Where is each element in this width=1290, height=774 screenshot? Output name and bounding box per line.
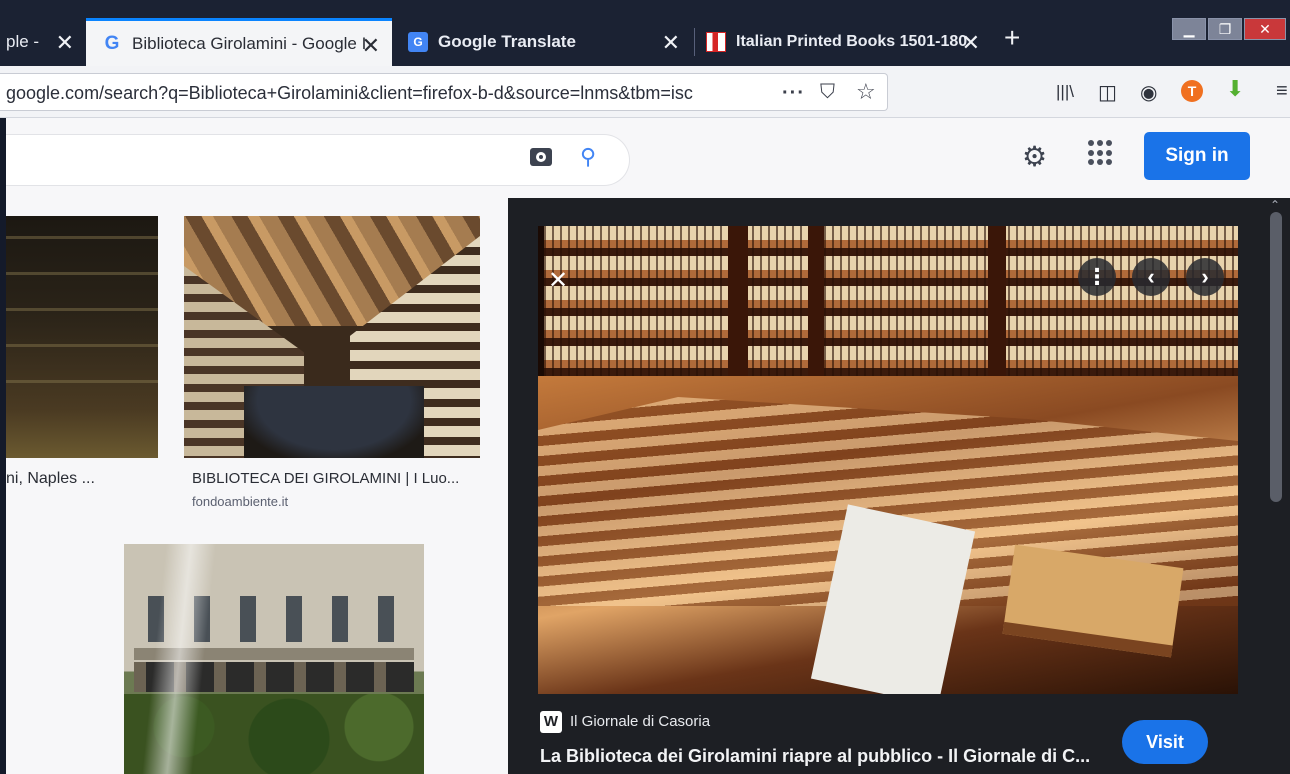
preview-image-books[interactable]: [538, 226, 1238, 694]
sidebar-icon[interactable]: ◫: [1098, 80, 1117, 105]
scroll-up-icon[interactable]: ⌃: [1270, 198, 1280, 212]
close-icon[interactable]: ✕: [548, 266, 568, 295]
close-icon[interactable]: ✕: [362, 33, 380, 59]
result-image-library-hall[interactable]: [184, 216, 480, 458]
close-icon[interactable]: ✕: [962, 30, 980, 56]
tab-label: Italian Printed Books 1501-1800: [736, 33, 968, 50]
tab-italian-printed-books[interactable]: Italian Printed Books 1501-1800 ✕: [696, 18, 992, 66]
chevron-left-icon[interactable]: ‹: [1132, 258, 1170, 296]
account-icon[interactable]: ◉: [1140, 80, 1157, 105]
search-icon[interactable]: ⚲: [580, 144, 596, 170]
url-text[interactable]: google.com/search?q=Biblioteca+Girolamin…: [6, 83, 730, 104]
more-options-icon[interactable]: ⋮: [1078, 258, 1116, 296]
tab-strip: ple - ✕ G Biblioteca Girolamini - Google…: [0, 0, 1290, 66]
google-g-icon: G: [104, 32, 120, 54]
close-icon[interactable]: ✕: [662, 30, 680, 56]
window-controls: ▁ ❐ ✕: [1172, 18, 1288, 40]
apps-grid-icon[interactable]: [1088, 140, 1114, 166]
extension-t-icon[interactable]: T: [1181, 80, 1203, 102]
image-preview-panel: W Il Giornale di Casoria La Biblioteca d…: [508, 198, 1290, 774]
address-bar[interactable]: google.com/search?q=Biblioteca+Girolamin…: [0, 73, 888, 111]
camera-icon[interactable]: [530, 148, 552, 166]
tab-label: ple -: [6, 32, 40, 51]
window-close-icon[interactable]: ✕: [1244, 18, 1286, 40]
minimize-icon[interactable]: ▁: [1172, 18, 1206, 40]
tab-google-search[interactable]: G Biblioteca Girolamini - Google I ✕: [86, 18, 392, 66]
scrollbar-thumb[interactable]: [1270, 212, 1282, 502]
wordpress-icon: W: [540, 711, 562, 733]
bookmark-star-icon[interactable]: ☆: [856, 79, 876, 105]
preview-title[interactable]: La Biblioteca dei Girolamini riapre al p…: [540, 746, 1090, 767]
tab-google-translate[interactable]: G Google Translate ✕: [396, 18, 692, 66]
navigation-toolbar: google.com/search?q=Biblioteca+Girolamin…: [0, 66, 1290, 118]
result-image-naples-library[interactable]: [6, 216, 158, 458]
result-image-building-facade[interactable]: [124, 544, 424, 774]
menu-icon[interactable]: ≡: [1276, 80, 1288, 103]
result-source[interactable]: fondoambiente.it: [192, 494, 288, 509]
preview-source[interactable]: Il Giornale di Casoria: [570, 713, 710, 730]
tab-divider: [694, 28, 695, 56]
italian-flag-icon: [706, 32, 726, 52]
new-tab-button[interactable]: +: [1004, 22, 1020, 54]
maximize-icon[interactable]: ❐: [1208, 18, 1242, 40]
sign-in-button[interactable]: Sign in: [1144, 132, 1250, 180]
download-arrow-icon[interactable]: ⬇: [1226, 76, 1244, 102]
google-translate-icon: G: [408, 32, 428, 52]
page-actions-icon[interactable]: ···: [782, 82, 805, 105]
tab-label: Biblioteca Girolamini - Google I: [132, 33, 367, 53]
result-caption[interactable]: BIBLIOTECA DEI GIROLAMINI | I Luo...: [192, 470, 459, 487]
tab-label: Google Translate: [438, 32, 576, 51]
pocket-icon[interactable]: ⛉: [820, 81, 835, 104]
google-images-page: ⚲ ⚙ Sign in ni, Naples ... BIBLIOTECA DE…: [6, 118, 1290, 774]
close-icon[interactable]: ✕: [56, 30, 74, 56]
gear-icon[interactable]: ⚙: [1022, 140, 1047, 173]
tab-partial[interactable]: ple - ✕: [0, 18, 86, 66]
library-icon[interactable]: |||\: [1056, 82, 1074, 102]
chevron-right-icon[interactable]: ›: [1186, 258, 1224, 296]
visit-button[interactable]: Visit: [1122, 720, 1208, 764]
result-caption[interactable]: ni, Naples ...: [6, 470, 95, 488]
